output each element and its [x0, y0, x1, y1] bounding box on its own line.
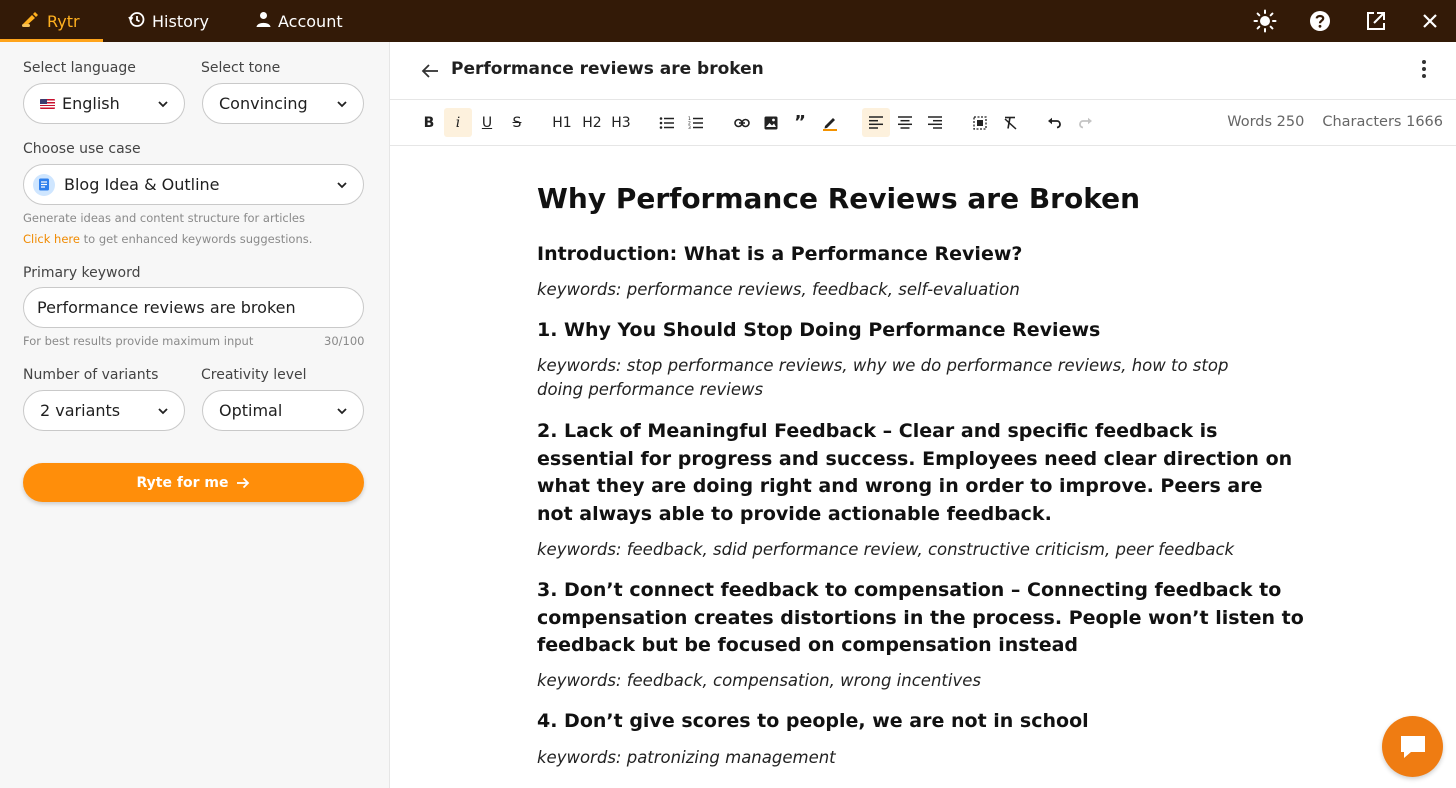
section-heading: 3. Don’t connect feedback to compensatio…	[537, 579, 1304, 656]
image-icon[interactable]	[757, 108, 785, 137]
use-case-select[interactable]: Blog Idea & Outline	[23, 164, 364, 205]
keyword-suggestion-text: to get enhanced keywords suggestions.	[79, 232, 313, 246]
section-keywords: keywords: feedback, sdid performance rev…	[537, 540, 1235, 559]
language-label: Select language	[23, 60, 136, 76]
variants-value: 2 variants	[40, 401, 121, 420]
chevron-down-icon	[337, 408, 347, 415]
svg-text:3: 3	[688, 125, 691, 130]
chat-icon	[1400, 735, 1425, 758]
align-right-icon[interactable]	[921, 108, 949, 137]
bold-button[interactable]: B	[415, 108, 443, 137]
variants-label: Number of variants	[23, 367, 159, 383]
section-heading: Introduction: What is a Performance Revi…	[537, 243, 1023, 265]
bullet-list-icon[interactable]	[653, 108, 681, 137]
help-icon[interactable]	[1306, 7, 1334, 35]
variants-select[interactable]: 2 variants	[23, 390, 185, 431]
us-flag-icon	[40, 98, 55, 109]
align-left-icon[interactable]	[862, 108, 890, 137]
numbered-list-icon[interactable]: 123	[682, 108, 710, 137]
sidebar: Select language Select tone English Conv…	[0, 42, 390, 788]
use-case-description: Generate ideas and content structure for…	[23, 211, 305, 225]
document-icon	[33, 173, 55, 196]
align-center-icon[interactable]	[891, 108, 919, 137]
link-icon[interactable]	[728, 108, 756, 137]
external-link-icon[interactable]	[1362, 7, 1390, 35]
more-options-icon[interactable]	[1414, 58, 1434, 80]
section-keywords: keywords: performance reviews, feedback,…	[537, 280, 1020, 299]
click-here-link[interactable]: Click here	[23, 232, 80, 246]
chevron-down-icon	[337, 182, 347, 189]
writing-hand-icon	[22, 11, 40, 31]
section-heading: 1. Why You Should Stop Doing Performance…	[537, 319, 1101, 341]
section-keywords: keywords: feedback, compensation, wrong …	[537, 671, 981, 690]
chevron-down-icon	[158, 408, 168, 415]
clear-format-icon[interactable]	[996, 108, 1024, 137]
ryte-for-me-label: Ryte for me	[136, 474, 229, 491]
select-all-icon[interactable]	[966, 108, 994, 137]
section-heading: 2. Lack of Meaningful Feedback – Clear a…	[537, 420, 1293, 525]
tone-select[interactable]: Convincing	[202, 83, 364, 124]
nav-account-label: Account	[278, 11, 343, 31]
creativity-label: Creativity level	[201, 367, 307, 383]
keyword-counter: 30/100	[324, 334, 365, 348]
strikethrough-button[interactable]: S	[503, 108, 531, 137]
editor-toolbar: B i U S H1 H2 H3 123 ” Words 250 Characte…	[390, 100, 1456, 146]
keyword-hint: For best results provide maximum input	[23, 334, 254, 348]
word-count: Words 250	[1227, 114, 1305, 130]
document-stats: Words 250 Characters 1666	[1227, 114, 1443, 130]
language-value: English	[62, 94, 120, 113]
keyword-value: Performance reviews are broken	[37, 298, 296, 317]
chat-support-button[interactable]	[1382, 716, 1443, 777]
language-select[interactable]: English	[23, 83, 185, 124]
section-heading: 4. Don’t give scores to people, we are n…	[537, 710, 1089, 732]
heading-1-button[interactable]: H1	[548, 108, 576, 137]
nav-account[interactable]: Account	[256, 0, 343, 42]
redo-icon[interactable]	[1071, 108, 1099, 137]
nav-rytr-label: Rytr	[47, 11, 80, 31]
document-title[interactable]: Performance reviews are broken	[451, 59, 764, 79]
arrow-right-icon	[237, 477, 250, 488]
document-heading: Why Performance Reviews are Broken	[537, 182, 1140, 215]
ryte-for-me-button[interactable]: Ryte for me	[23, 463, 364, 502]
italic-button[interactable]: i	[444, 108, 472, 137]
history-icon	[128, 11, 145, 32]
close-icon[interactable]	[1416, 7, 1444, 35]
keyword-label: Primary keyword	[23, 265, 141, 281]
primary-keyword-input[interactable]: Performance reviews are broken	[23, 287, 364, 328]
creativity-value: Optimal	[219, 401, 283, 420]
underline-button[interactable]: U	[473, 108, 501, 137]
undo-icon[interactable]	[1041, 108, 1069, 137]
user-icon	[256, 11, 271, 31]
nav-history-label: History	[152, 11, 209, 31]
sun-icon[interactable]	[1251, 7, 1279, 35]
tone-value: Convincing	[219, 94, 308, 113]
section-keywords: keywords: stop performance reviews, why …	[537, 356, 1229, 399]
heading-2-button[interactable]: H2	[578, 108, 606, 137]
chevron-down-icon	[158, 101, 168, 108]
use-case-value: Blog Idea & Outline	[64, 175, 220, 194]
character-count: Characters 1666	[1322, 114, 1443, 130]
chevron-down-icon	[337, 101, 347, 108]
use-case-label: Choose use case	[23, 141, 141, 157]
section-keywords: keywords: patronizing management	[537, 748, 836, 767]
heading-3-button[interactable]: H3	[607, 108, 635, 137]
blockquote-icon[interactable]: ”	[786, 108, 814, 137]
nav-history[interactable]: History	[128, 0, 209, 42]
top-bar: Rytr History Account	[0, 0, 1456, 42]
creativity-select[interactable]: Optimal	[202, 390, 364, 431]
tone-label: Select tone	[201, 60, 281, 76]
keyword-suggestion-hint: Click here to get enhanced keywords sugg…	[23, 232, 312, 246]
nav-rytr[interactable]: Rytr	[22, 0, 80, 42]
highlighter-icon[interactable]	[816, 108, 844, 137]
back-arrow-icon[interactable]	[420, 61, 440, 81]
editor-header: Performance reviews are broken	[390, 42, 1456, 100]
